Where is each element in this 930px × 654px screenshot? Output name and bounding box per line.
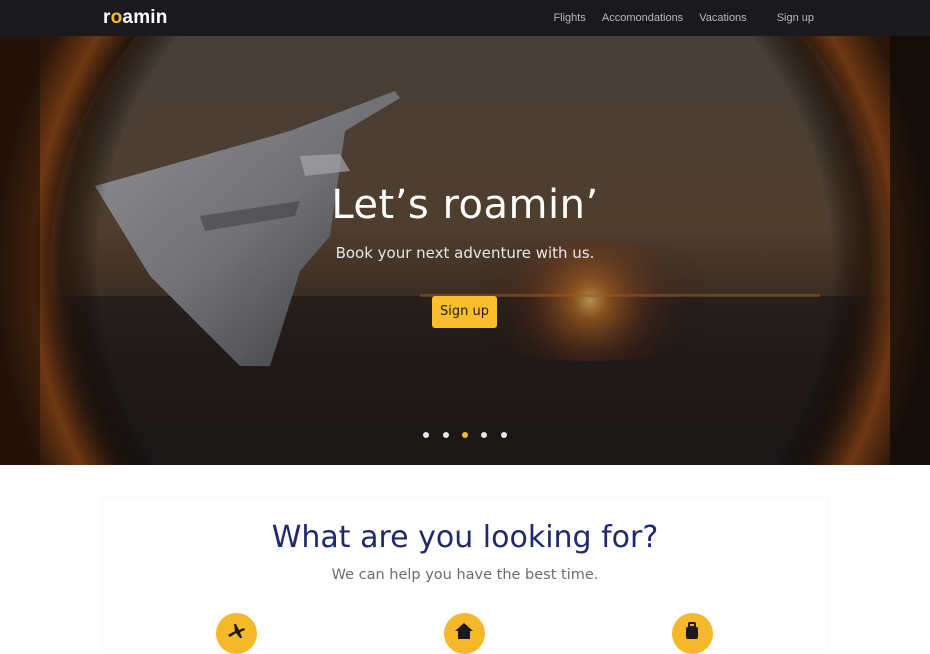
carousel-dot-3-active[interactable]	[462, 432, 468, 438]
section-title: What are you looking for?	[271, 520, 659, 555]
carousel-dot-5[interactable]	[500, 432, 507, 438]
nav-link-vacations[interactable]: Vacations	[699, 12, 747, 24]
hero-title: Let’s roamin’	[331, 182, 599, 228]
house-icon[interactable]	[444, 613, 485, 654]
hero-subtitle: Book your next adventure with us.	[335, 244, 595, 262]
nav-link-accommodations[interactable]: Accomondations	[602, 12, 683, 24]
top-navbar: r o amin Flights Accomondations Vacations …	[0, 0, 930, 36]
hero-banner: Let’s roamin’ Book your next adventure w…	[0, 36, 930, 465]
roamin-logo[interactable]: r o amin	[103, 6, 168, 30]
logo-text-end: amin	[122, 7, 168, 28]
logo-accent-letter: o	[110, 7, 123, 28]
carousel-indicators	[0, 432, 930, 438]
luggage-glyph	[686, 622, 698, 639]
luggage-icon[interactable]	[672, 613, 713, 654]
hero-signup-button[interactable]: Sign up	[432, 296, 497, 328]
house-glyph	[455, 623, 473, 639]
nav-signup-link[interactable]: Sign up	[777, 12, 814, 24]
section-subtitle: We can help you have the best time.	[331, 567, 599, 583]
nav-links: Flights Accomondations Vacations Sign up	[537, 0, 930, 36]
carousel-dot-2[interactable]	[442, 432, 449, 438]
carousel-dot-1[interactable]	[423, 432, 430, 438]
logo-text-start: r	[103, 7, 111, 28]
carousel-dot-4[interactable]	[481, 432, 488, 438]
airplane-glyph	[228, 624, 245, 638]
airplane-icon[interactable]	[216, 613, 257, 654]
nav-link-flights[interactable]: Flights	[553, 12, 585, 24]
